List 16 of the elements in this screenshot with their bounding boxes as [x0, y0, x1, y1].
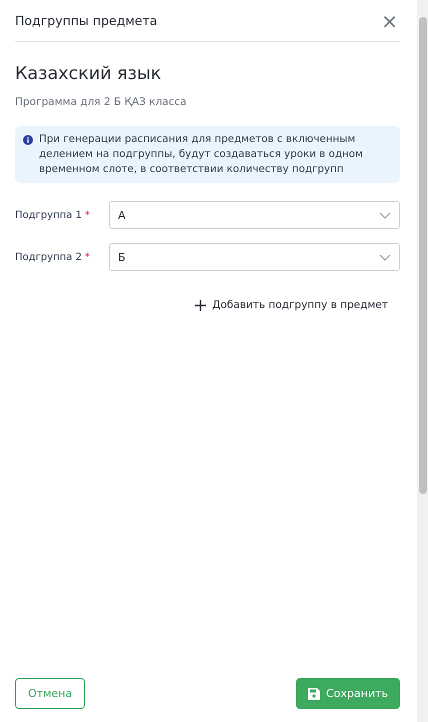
required-mark: * [84, 210, 90, 220]
program-label: Программа для 2 Б ҚАЗ класса [15, 96, 188, 108]
close-button[interactable]: × [379, 10, 400, 30]
select-field[interactable]: Б [109, 243, 400, 271]
chevron-down-icon [379, 212, 391, 218]
info-text: При генерации расписания для предметов с включенным делением на подгруппы, будут создаваться уроки в одном временном слоте, в соответствии количеству подгрупп [39, 132, 364, 177]
dialog-title: Подгруппы предмета [15, 13, 158, 28]
select-field[interactable]: А [109, 201, 400, 229]
info-icon [23, 135, 33, 145]
chevron-down-icon [379, 254, 391, 260]
add-subgroup-button[interactable]: Добавить подгруппу в предмет [195, 299, 388, 311]
field-label: Подгруппа 2 [15, 252, 82, 262]
required-mark: * [84, 252, 90, 262]
field-label: Подгруппа 1 [15, 210, 82, 220]
subject-name: Казахский язык [15, 64, 162, 84]
plus-icon [195, 300, 206, 310]
